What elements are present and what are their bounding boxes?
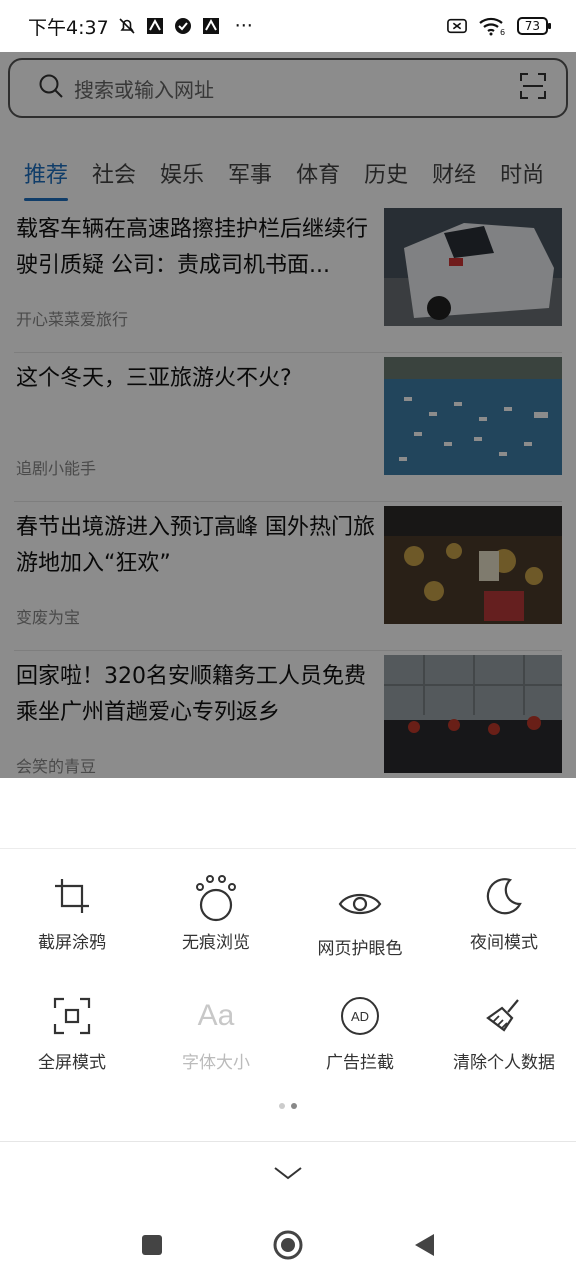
page-dot[interactable]: [279, 1103, 285, 1109]
collapse-chevron-down-icon[interactable]: [268, 1158, 308, 1188]
page-indicator: [0, 1103, 576, 1109]
status-bar: 下午4:37 ··· 6 73: [0, 0, 576, 52]
clear-data-button[interactable]: 清除个人数据: [432, 986, 576, 1106]
crop-icon: [48, 872, 96, 920]
ad-block-icon: AD: [336, 992, 384, 1040]
broom-icon: [480, 992, 528, 1040]
tool-label: 广告拦截: [326, 1053, 394, 1073]
battery-indicator: 73: [516, 17, 552, 35]
tool-label: 截屏涂鸦: [38, 933, 106, 953]
back-button[interactable]: [406, 1227, 442, 1263]
paw-icon: [192, 870, 240, 926]
tool-label: 字体大小: [182, 1053, 250, 1073]
eye-protection-button[interactable]: 网页护眼色: [288, 866, 432, 986]
status-time: 下午4:37: [28, 16, 109, 39]
screenshot-doodle-button[interactable]: 截屏涂鸦: [0, 866, 144, 986]
eye-icon: [336, 880, 384, 928]
divider: [0, 1141, 576, 1142]
tool-label: 清除个人数据: [453, 1053, 555, 1073]
check-circle-icon: [173, 16, 193, 36]
fullscreen-button[interactable]: 全屏模式: [0, 986, 144, 1106]
mute-bell-icon: [117, 16, 137, 36]
modal-overlay[interactable]: [0, 52, 576, 778]
more-notifications-icon: ···: [234, 15, 253, 37]
ad-glyph: AD: [350, 1008, 370, 1024]
font-size-button[interactable]: Aa 字体大小: [144, 986, 288, 1106]
font-size-glyph: Aa: [197, 999, 235, 1032]
system-nav-bar: [0, 1210, 576, 1280]
moon-icon: [480, 872, 528, 920]
tool-label: 全屏模式: [38, 1053, 106, 1073]
tool-label: 夜间模式: [470, 933, 538, 953]
recents-button[interactable]: [134, 1227, 170, 1263]
ad-block-button[interactable]: AD 广告拦截: [288, 986, 432, 1106]
tool-label: 无痕浏览: [182, 933, 250, 953]
night-mode-button[interactable]: 夜间模式: [432, 866, 576, 986]
wifi-icon: 6: [477, 16, 507, 36]
app-notification-icon: [201, 16, 221, 36]
tools-sheet: 截屏涂鸦 无痕浏览 网页护眼色 夜间模式 全屏模式 Aa 字体大小 AD 广告拦…: [0, 778, 576, 1280]
page-dot-active[interactable]: [291, 1103, 297, 1109]
fullscreen-icon: [48, 992, 96, 1040]
sim-off-icon: [446, 16, 467, 36]
divider: [0, 848, 576, 849]
tool-label: 网页护眼色: [317, 939, 403, 959]
app-notification-icon: [145, 16, 165, 36]
tools-grid: 截屏涂鸦 无痕浏览 网页护眼色 夜间模式 全屏模式 Aa 字体大小 AD 广告拦…: [0, 866, 576, 1106]
home-button[interactable]: [270, 1227, 306, 1263]
incognito-button[interactable]: 无痕浏览: [144, 866, 288, 986]
font-size-icon: Aa: [192, 992, 240, 1040]
wifi-sub-label: 6: [500, 28, 505, 36]
